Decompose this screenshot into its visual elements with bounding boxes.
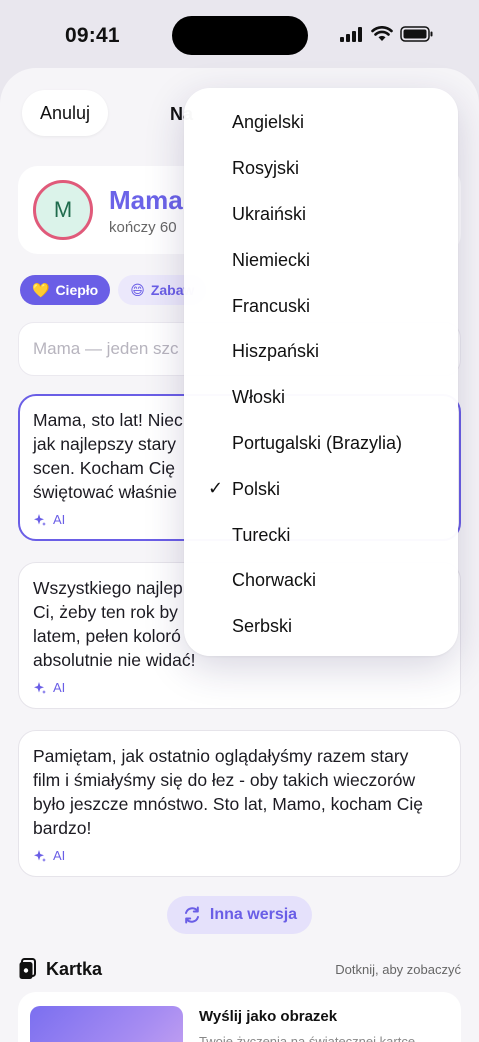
tone-chip-warm[interactable]: 💛 Ciepło <box>20 275 111 305</box>
wish-option-3[interactable]: Pamiętam, jak ostatnio oglądałyśmy razem… <box>18 730 461 877</box>
regenerate-button[interactable]: Inna wersja <box>167 896 312 934</box>
language-option-label: Ukraiński <box>232 203 307 224</box>
card-section-hint[interactable]: Dotknij, aby zobaczyć <box>335 962 461 977</box>
wish-line: bardzo! <box>33 818 92 838</box>
cards-icon <box>19 958 36 979</box>
tone-chip-row: 💛 Ciepło 😄 Zabaw <box>20 275 207 305</box>
ai-label: AI <box>53 848 66 863</box>
ai-label: AI <box>53 512 66 527</box>
language-option-label: Angielski <box>232 112 305 133</box>
recipient-name: Mama <box>109 185 183 215</box>
sparkles-icon <box>34 681 46 694</box>
language-option-turecki[interactable]: Turecki <box>184 512 458 558</box>
status-time: 09:41 <box>65 24 120 47</box>
language-option-serbski[interactable]: Serbski <box>184 604 458 650</box>
send-as-image-card[interactable]: Wyślij jako obrazek Twoje życzenia na św… <box>18 992 461 1042</box>
send-subtitle: Twoje życzenia na świątecznej kartce <box>199 1034 416 1042</box>
language-option-label: Niemiecki <box>232 249 311 270</box>
recipient-subtitle: kończy 60 <box>109 219 177 236</box>
cellular-signal-icon <box>340 26 362 42</box>
wish-line: było jeszcze mnóstwo. Sto lat, Mamo, koc… <box>33 794 424 814</box>
tone-chip-label: Ciepło <box>55 282 99 298</box>
language-menu: Angielski Rosyjski Ukraiński Niemiecki Franc… <box>184 88 458 656</box>
language-option-francuski[interactable]: Francuski <box>184 283 458 329</box>
status-icons <box>340 26 434 42</box>
language-option-niemiecki[interactable]: Niemiecki <box>184 237 458 283</box>
language-option-label: Chorwacki <box>232 570 317 591</box>
regenerate-label: Inna wersja <box>209 906 298 923</box>
language-option-polski[interactable]: ✓ Polski <box>184 466 458 512</box>
battery-icon <box>400 26 433 42</box>
wish-line: film i śmiałyśmy się do łez - oby takich… <box>33 770 416 790</box>
language-option-włoski[interactable]: Włoski <box>184 375 458 421</box>
ai-label: AI <box>53 680 66 695</box>
status-bar: 09:41 <box>0 0 479 70</box>
language-option-portugalski-brazylia[interactable]: Portugalski (Brazylia) <box>184 421 458 467</box>
language-option-rosyjski[interactable]: Rosyjski <box>184 146 458 192</box>
wish-text: Pamiętam, jak ostatnio oglądałyśmy razem… <box>33 744 446 840</box>
language-option-label: Włoski <box>232 387 285 408</box>
language-option-label: Polski <box>232 478 281 499</box>
card-preview-thumbnail <box>30 1006 183 1042</box>
ai-tag: AI <box>33 848 446 863</box>
refresh-icon <box>184 906 199 924</box>
sparkles-icon <box>34 849 46 862</box>
language-option-label: Rosyjski <box>232 158 300 179</box>
send-title: Wyślij jako obrazek <box>199 1008 338 1025</box>
card-title-label: Kartka <box>46 958 103 979</box>
card-section-title: Kartka <box>18 958 102 980</box>
ai-tag: AI <box>33 680 446 695</box>
card-section-header: Kartka Dotknij, aby zobaczyć <box>18 958 461 980</box>
heart-icon: 💛 <box>32 281 50 298</box>
language-option-chorwacki[interactable]: Chorwacki <box>184 558 458 604</box>
language-option-label: Serbski <box>232 616 293 637</box>
checkmark-icon: ✓ <box>208 478 224 499</box>
cancel-button[interactable]: Anuluj <box>22 90 109 136</box>
language-option-ukraiński[interactable]: Ukraiński <box>184 192 458 238</box>
dynamic-island <box>172 16 308 55</box>
avatar: M <box>33 180 93 240</box>
wifi-icon <box>371 26 393 41</box>
language-option-label: Portugalski (Brazylia) <box>232 432 403 453</box>
smile-icon: 😄 <box>130 281 145 298</box>
language-option-label: Francuski <box>232 295 311 316</box>
wish-line: Pamiętam, jak ostatnio oglądałyśmy razem… <box>33 746 409 766</box>
language-option-label: Turecki <box>232 524 291 545</box>
language-option-label: Hiszpański <box>232 341 320 362</box>
language-option-angielski[interactable]: Angielski <box>184 100 458 146</box>
language-option-hiszpański[interactable]: Hiszpański <box>184 329 458 375</box>
sparkles-icon <box>34 513 46 526</box>
